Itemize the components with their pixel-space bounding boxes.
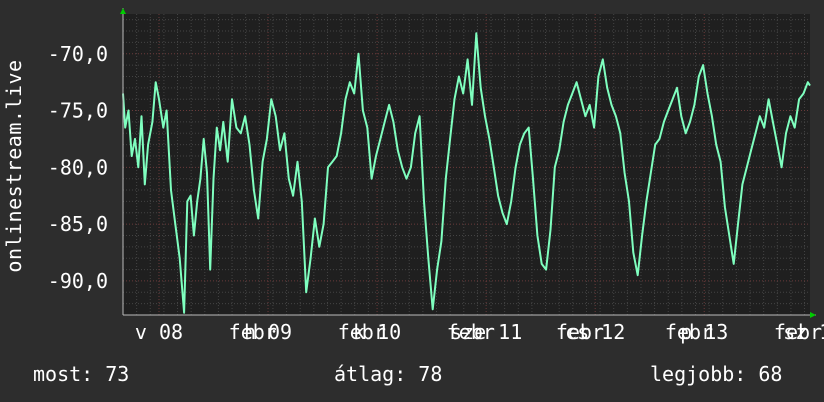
y-tick-label: -90,0 bbox=[48, 269, 108, 293]
x-axis-arrow bbox=[810, 312, 816, 318]
x-tick-label: cs 12 bbox=[565, 320, 625, 344]
y-tick-label: -75,0 bbox=[48, 99, 108, 123]
y-tick-label: -70,0 bbox=[48, 42, 108, 66]
y-tick-label: -80,0 bbox=[48, 155, 108, 179]
x-tick-label: sz 14 bbox=[783, 320, 824, 344]
plot-area bbox=[123, 14, 810, 315]
chart-svg: -90,0 -85,0 -80,0 -75,0 -70,0 v 08 febrh 09 fe… bbox=[48, 8, 824, 344]
y-axis-arrow bbox=[120, 8, 126, 14]
y-axis-label: onlinestream.live bbox=[2, 59, 26, 273]
x-tick-label: sze 11 bbox=[450, 320, 522, 344]
y-tick-label: -85,0 bbox=[48, 212, 108, 236]
chart-container: -90,0 -85,0 -80,0 -75,0 -70,0 v 08 febr h 09 fe… bbox=[0, 0, 824, 402]
x-tick-labels: v 08 febrh 09 febrk 10 febrsze 11 febrcs 12 f… bbox=[135, 320, 824, 344]
x-tick-label: p 13 bbox=[680, 320, 728, 344]
average-value: átlag: 78 bbox=[334, 362, 443, 386]
current-value: most: 73 bbox=[33, 362, 130, 386]
x-tick-label: v 08 bbox=[135, 320, 183, 344]
x-tick-label: h 09 bbox=[244, 320, 292, 344]
best-value: legjobb: 68 bbox=[650, 362, 783, 386]
x-tick-label: k 10 bbox=[353, 320, 401, 344]
y-tick-labels: -90,0 -85,0 -80,0 -75,0 -70,0 bbox=[48, 42, 108, 293]
